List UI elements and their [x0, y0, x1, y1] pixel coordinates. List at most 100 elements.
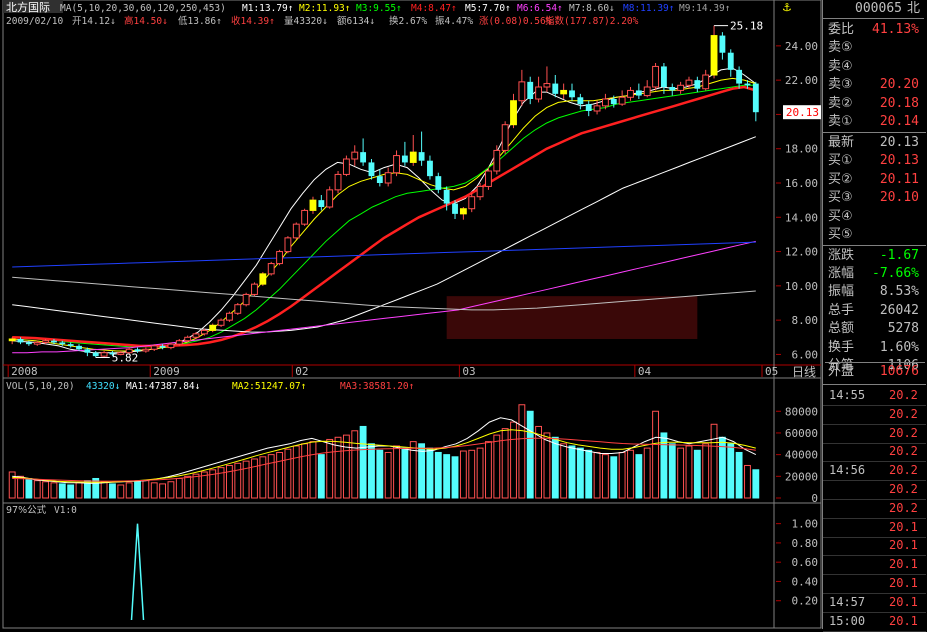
- volume-bar-up: [284, 448, 292, 499]
- ma-value-1: M1:13.79↑: [242, 3, 293, 14]
- volume-bar-down: [134, 481, 141, 499]
- volume-bar-up: [225, 464, 233, 499]
- volume-bar-up: [652, 410, 659, 499]
- volume-bar-up: [242, 460, 250, 499]
- volume-bar-up: [259, 456, 267, 499]
- vol-header-item-2: MA2:51247.07↑: [232, 381, 306, 392]
- candle-body-down: [660, 66, 667, 87]
- volume-bar-up: [685, 445, 693, 499]
- formula-header-label: 97%公式: [6, 504, 47, 516]
- candle-body-up: [476, 185, 484, 198]
- vol-tick-label: 60000: [785, 427, 818, 440]
- volume-bar-down: [401, 447, 409, 499]
- sell-row-2-value: 20.18: [879, 95, 919, 111]
- candle-body-up: [234, 304, 242, 314]
- volume-bar-down: [568, 445, 576, 499]
- outer-value: 10676: [879, 364, 919, 379]
- time-axis-label: 2009: [153, 365, 180, 378]
- candle-body-up: [309, 199, 317, 211]
- candle-body-down: [635, 90, 642, 96]
- candle-body-up: [167, 343, 175, 349]
- buy-row-4: 买④: [825, 208, 925, 226]
- candle-body-down: [610, 99, 617, 105]
- volume-bar-down: [359, 425, 367, 499]
- sell-row-3-value: 20.20: [879, 77, 919, 92]
- candle-body-up: [510, 100, 517, 126]
- stat-row-3: 总手 26042: [825, 302, 925, 320]
- weibi-value: 41.13%: [872, 22, 919, 37]
- buy-row-3-label: 买③: [828, 190, 853, 205]
- outer-label: 外盘: [828, 364, 855, 379]
- formula-tick-label: 0.60: [792, 556, 819, 569]
- volume-bar-up: [593, 451, 601, 499]
- info-item-6: 换2.67%: [389, 15, 427, 27]
- candle-body-up: [42, 340, 50, 343]
- buy-row-1-label: 买①: [828, 153, 853, 168]
- volume-bar-up: [17, 475, 24, 499]
- volume-bar-up: [342, 434, 350, 499]
- formula-tick-label: 0.20: [792, 595, 819, 608]
- anchor-icon: ⚓: [782, 1, 792, 14]
- stat-row-5-value: 1.60%: [879, 339, 919, 355]
- candle-body-up: [342, 158, 350, 175]
- candle-body-up: [192, 333, 200, 338]
- time-axis-label: 2008: [11, 365, 38, 378]
- volume-bar-down: [576, 447, 584, 499]
- candle-body-down: [401, 155, 408, 163]
- outer-row: 外盘 10676: [825, 362, 925, 381]
- volume-bar-up: [393, 445, 400, 499]
- candle-body-down: [527, 81, 534, 99]
- candle-body-up: [468, 196, 476, 210]
- formula-tick-label: 1.00: [792, 518, 819, 531]
- volume-bar-up: [560, 443, 568, 499]
- exchange-tag: 北: [906, 1, 920, 16]
- sell-row-3-label: 卖③: [828, 77, 853, 92]
- candle-body-up: [8, 338, 16, 342]
- info-item-1: 高14.50↓: [124, 15, 168, 27]
- volume-bar-down: [368, 443, 375, 499]
- tick-list[interactable]: 14:55 20.2 20.2 20.2 20.2 14:56 20.2 20.2 20.2 20…: [823, 384, 926, 632]
- volume-bar-up: [184, 475, 192, 499]
- buy-row-1-value: 20.13: [879, 153, 919, 168]
- candle-body-up: [501, 124, 509, 151]
- sell-row-4-label: 卖④: [828, 58, 853, 74]
- sell-row-5-label: 卖⑤: [828, 40, 853, 55]
- volume-bar-up: [276, 451, 283, 499]
- volume-bar-up: [601, 454, 609, 499]
- candle-body-up: [142, 348, 150, 352]
- last-row: 最新 20.13: [825, 134, 925, 152]
- volume-bar-up: [351, 430, 359, 499]
- candle-body-down: [752, 83, 759, 113]
- stock-code: 000065: [855, 1, 902, 16]
- candle-body-up: [560, 89, 568, 95]
- stat-row-2-value: 8.53%: [879, 284, 919, 300]
- tick-price: 20.2: [889, 388, 918, 402]
- formula-tick-label: 0.80: [792, 537, 819, 550]
- volume-bar-up: [100, 481, 108, 499]
- chart-svg[interactable]: 24.0022.0020.0018.0016.0014.0012.0010.00…: [0, 0, 822, 629]
- buy-row-2-value: 20.11: [879, 171, 919, 187]
- volume-bar-up: [50, 482, 58, 499]
- candle-body-down: [719, 35, 726, 53]
- candle-body-down: [376, 176, 383, 183]
- candle-body-down: [25, 342, 32, 345]
- sell-row-1: 卖① 20.14: [825, 113, 925, 131]
- volume-bar-up: [75, 482, 83, 499]
- candle-body-down: [360, 152, 367, 163]
- volume-bar-up: [702, 443, 710, 499]
- volume-bar-down: [317, 454, 325, 499]
- info-item-0: 开14.12↓: [72, 16, 116, 27]
- sell-row-5: 卖⑤: [825, 39, 925, 57]
- volume-bar-up: [309, 441, 317, 499]
- last-row-label: 最新: [828, 134, 855, 150]
- stat-row-0: 涨跌 -1.67: [825, 247, 925, 265]
- candle-body-up: [618, 96, 626, 105]
- candle-body-up: [225, 312, 233, 321]
- ma-header-label: MA(5,10,20,30,60,120,250,453): [60, 3, 226, 14]
- volume-bar-up: [485, 441, 492, 499]
- buy-row-4-label: 买④: [828, 208, 853, 224]
- volume-bar-down: [735, 451, 743, 499]
- volume-bar-up: [459, 450, 467, 499]
- volume-bar-down: [426, 447, 434, 499]
- volume-bar-up: [301, 443, 309, 499]
